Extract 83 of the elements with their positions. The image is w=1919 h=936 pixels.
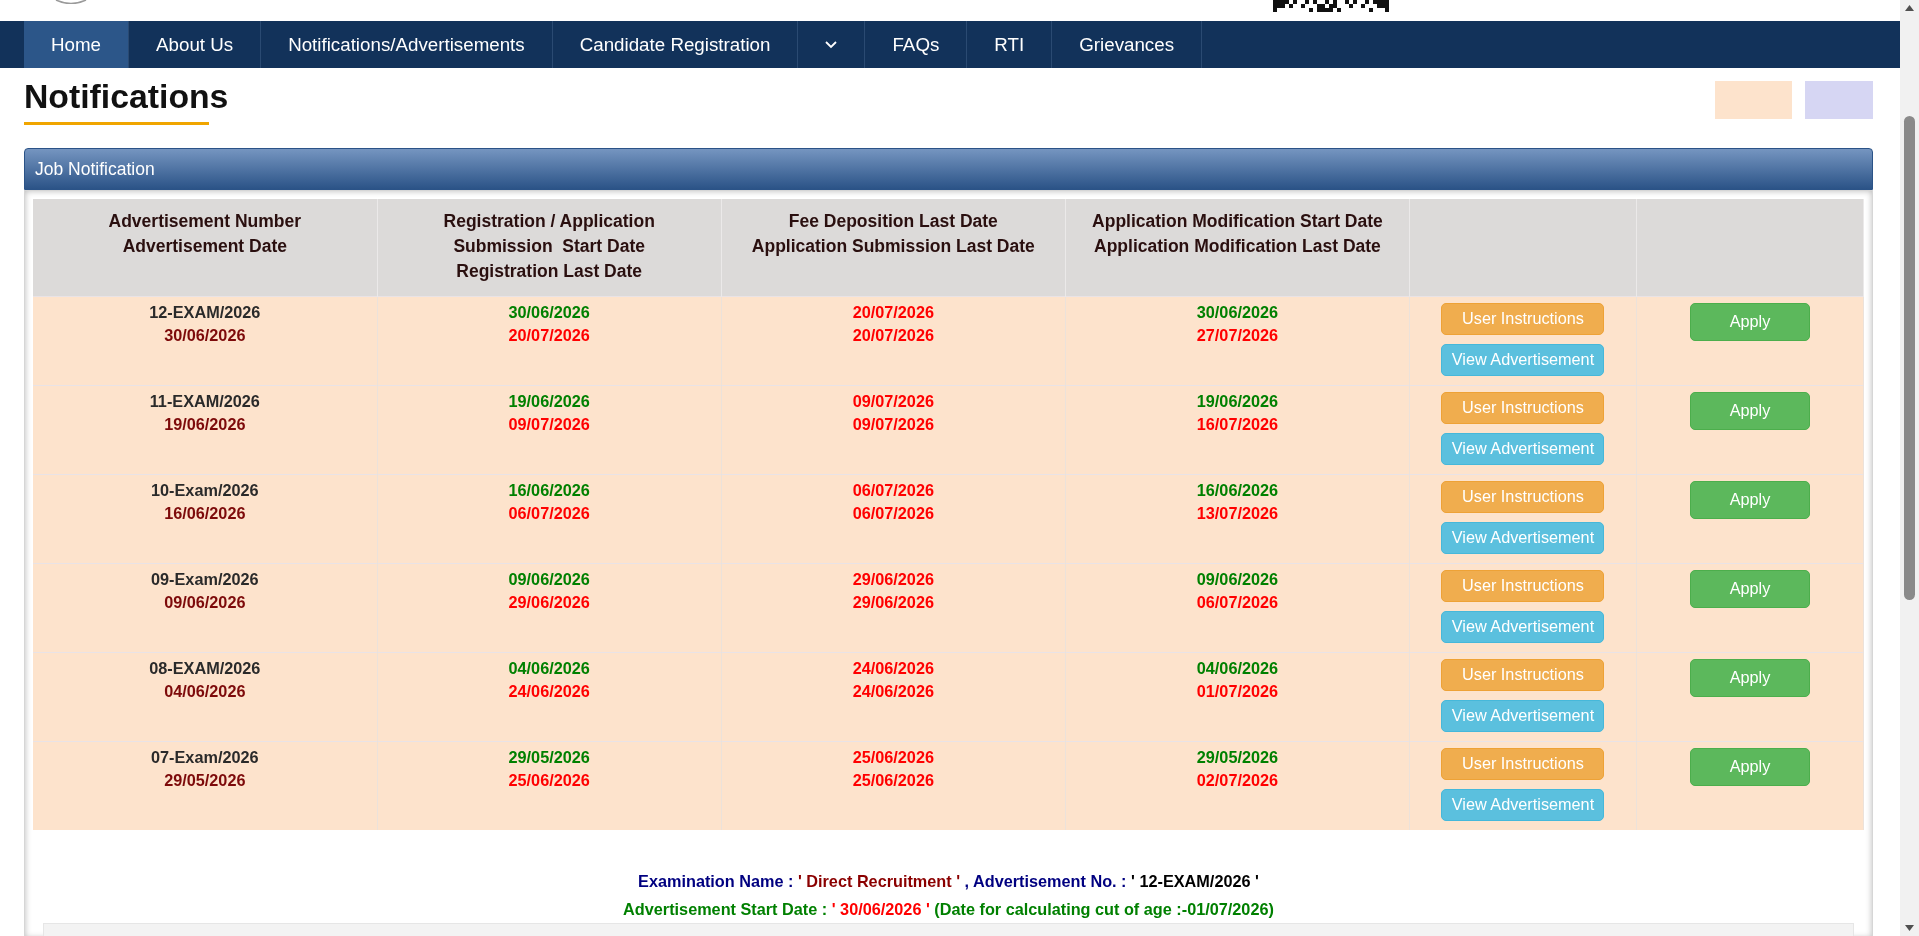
view-advertisement-button[interactable]: View Advertisement — [1441, 788, 1605, 821]
scrollbar-thumb[interactable] — [1904, 116, 1915, 600]
registration-last-date: 25/06/2026 — [508, 770, 590, 791]
advertisement-date: 19/06/2026 — [164, 414, 246, 435]
page-title: Notifications — [24, 78, 229, 115]
apply-button[interactable]: Apply — [1690, 391, 1810, 430]
chevron-down-icon — [825, 40, 838, 49]
advertisement-date: 04/06/2026 — [164, 681, 246, 702]
emblem-icon — [55, 0, 87, 4]
modification-last-date: 06/07/2026 — [1196, 592, 1279, 613]
registration-start-date: 30/06/2026 — [508, 301, 590, 323]
registration-last-date: 06/07/2026 — [508, 503, 590, 524]
modification-start-date: 19/06/2026 — [1196, 390, 1279, 412]
fee-last-date: 06/07/2026 — [852, 479, 934, 501]
advertisement-date: 09/06/2026 — [164, 592, 246, 613]
advertisement-number: 08-EXAM/2026 — [149, 657, 261, 679]
modification-start-date: 29/05/2026 — [1196, 746, 1279, 768]
nav-link[interactable]: RTI — [967, 21, 1053, 68]
apply-button[interactable]: Apply — [1690, 302, 1810, 341]
apply-button[interactable]: Apply — [1690, 569, 1810, 608]
registration-start-date: 09/06/2026 — [508, 568, 590, 590]
summary-line: Advertisement Start Date : ' 30/06/2026 ' (Date for calculating cut of age :-01/07/2026) — [623, 899, 1274, 920]
user-instructions-button[interactable]: User Instructions — [1441, 569, 1605, 602]
modification-start-date: 09/06/2026 — [1196, 568, 1279, 590]
user-instructions-button[interactable]: User Instructions — [1441, 302, 1605, 335]
apply-button[interactable]: Apply — [1690, 480, 1810, 519]
submission-last-date: 20/07/2026 — [852, 325, 934, 346]
registration-start-date: 16/06/2026 — [508, 479, 590, 501]
submission-last-date: 25/06/2026 — [852, 770, 934, 791]
fee-last-date: 29/06/2026 — [852, 568, 934, 590]
nav-link[interactable]: FAQs — [865, 21, 968, 68]
registration-last-date: 24/06/2026 — [508, 681, 590, 702]
advertisement-date: 30/06/2026 — [164, 325, 246, 346]
qr-code-icon — [1273, 0, 1389, 12]
modification-start-date: 30/06/2026 — [1196, 301, 1279, 323]
user-instructions-button[interactable]: User Instructions — [1441, 658, 1605, 691]
view-advertisement-button[interactable]: View Advertisement — [1441, 432, 1605, 465]
fee-last-date: 20/07/2026 — [852, 301, 934, 323]
nav-link[interactable]: Candidate Registration — [552, 21, 799, 68]
modification-last-date: 02/07/2026 — [1196, 770, 1279, 791]
advertisement-number: 10-Exam/2026 — [151, 479, 259, 501]
fee-last-date: 24/06/2026 — [852, 657, 934, 679]
nav-link[interactable]: About Us — [129, 21, 262, 68]
fee-last-date: 09/07/2026 — [852, 390, 934, 412]
nav-link[interactable]: Home — [24, 21, 129, 68]
user-instructions-button[interactable]: User Instructions — [1441, 747, 1605, 780]
advertisement-number: 09-Exam/2026 — [151, 568, 259, 590]
scroll-up-icon[interactable] — [1905, 5, 1914, 11]
submission-last-date: 29/06/2026 — [852, 592, 934, 613]
nav-link[interactable]: Grievances — [1052, 21, 1203, 68]
fee-last-date: 25/06/2026 — [852, 746, 934, 768]
registration-last-date: 29/06/2026 — [508, 592, 590, 613]
view-advertisement-button[interactable]: View Advertisement — [1441, 699, 1605, 732]
modification-last-date: 16/07/2026 — [1196, 414, 1279, 435]
modification-last-date: 13/07/2026 — [1196, 503, 1279, 524]
submission-last-date: 09/07/2026 — [852, 414, 934, 435]
advertisement-number: 07-Exam/2026 — [151, 746, 259, 768]
user-instructions-button[interactable]: User Instructions — [1441, 391, 1605, 424]
advertisement-number: 12-EXAM/2026 — [149, 301, 261, 323]
registration-start-date: 19/06/2026 — [508, 390, 590, 412]
advertisement-number: 11-EXAM/2026 — [149, 390, 260, 412]
advertisement-date: 16/06/2026 — [164, 503, 246, 524]
scroll-down-icon[interactable] — [1905, 925, 1914, 931]
apply-button[interactable]: Apply — [1690, 747, 1810, 786]
summary-line: Examination Name : ' Direct Recruitment ' , Advertisement No. : ' 12-EXAM/2026 ' — [638, 871, 1259, 892]
user-instructions-button[interactable]: User Instructions — [1441, 480, 1605, 513]
advertisement-date: 29/05/2026 — [164, 770, 246, 791]
submission-last-date: 06/07/2026 — [852, 503, 934, 524]
modification-start-date: 04/06/2026 — [1196, 657, 1279, 679]
registration-start-date: 29/05/2026 — [508, 746, 590, 768]
submission-last-date: 24/06/2026 — [852, 681, 934, 702]
modification-start-date: 16/06/2026 — [1196, 479, 1279, 501]
panel-title: Job Notification — [35, 158, 155, 180]
apply-button[interactable]: Apply — [1690, 658, 1810, 697]
view-advertisement-button[interactable]: View Advertisement — [1441, 343, 1605, 376]
registration-last-date: 09/07/2026 — [508, 414, 590, 435]
registration-start-date: 04/06/2026 — [508, 657, 590, 679]
modification-last-date: 27/07/2026 — [1196, 325, 1279, 346]
nav-link[interactable]: Notifications/Advertisements — [261, 21, 553, 68]
registration-last-date: 20/07/2026 — [508, 325, 590, 346]
modification-last-date: 01/07/2026 — [1196, 681, 1279, 702]
view-advertisement-button[interactable]: View Advertisement — [1441, 521, 1605, 554]
view-advertisement-button[interactable]: View Advertisement — [1441, 610, 1605, 643]
